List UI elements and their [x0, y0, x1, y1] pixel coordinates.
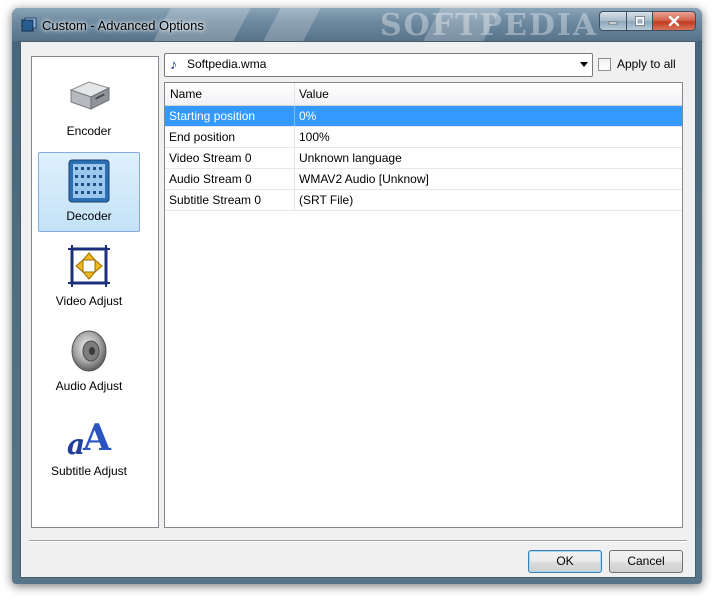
nav-item-subtitle-adjust[interactable]: a A Subtitle Adjust: [38, 407, 140, 487]
maximize-icon: [634, 16, 645, 26]
close-icon: [668, 15, 680, 27]
table-row[interactable]: Starting position 0%: [165, 106, 682, 127]
apply-to-all-label: Apply to all: [617, 57, 676, 71]
chevron-down-icon[interactable]: [580, 62, 588, 67]
footer-divider: [29, 540, 687, 542]
close-button[interactable]: [653, 11, 696, 31]
speaker-icon: [71, 330, 107, 372]
row-value[interactable]: (SRT File): [299, 193, 353, 207]
row-name: Starting position: [169, 109, 256, 123]
apply-to-all-option[interactable]: Apply to all: [598, 56, 676, 72]
nav-label-subtitle-adjust: Subtitle Adjust: [50, 464, 128, 478]
column-header-value[interactable]: Value: [299, 87, 329, 101]
options-nav: Encoder Decoder Video Adjust Audio Adjus…: [31, 56, 159, 528]
watermark-text: SOFTPEDIA: [380, 8, 599, 41]
minimize-icon: [608, 21, 618, 25]
file-select[interactable]: ♪ Softpedia.wma: [164, 53, 593, 77]
ok-button[interactable]: OK: [528, 550, 602, 573]
properties-grid: Name Value Starting position 0% End posi…: [164, 82, 683, 528]
dialog-body: Encoder Decoder Video Adjust Audio Adjus…: [20, 41, 696, 578]
maximize-button[interactable]: [627, 11, 653, 31]
nav-label-audio-adjust: Audio Adjust: [55, 379, 123, 393]
resize-arrows-icon: [68, 245, 110, 287]
music-note-icon: ♪: [170, 56, 177, 72]
row-name: End position: [169, 130, 236, 144]
nav-item-video-adjust[interactable]: Video Adjust: [38, 237, 140, 317]
nav-label-video-adjust: Video Adjust: [55, 294, 123, 308]
table-row[interactable]: Subtitle Stream 0 (SRT File): [165, 190, 682, 211]
app-icon: [21, 17, 37, 32]
window-title: Custom - Advanced Options: [42, 18, 204, 33]
table-row[interactable]: Video Stream 0 Unknown language: [165, 148, 682, 169]
row-name: Subtitle Stream 0: [169, 193, 262, 207]
row-value[interactable]: 100%: [299, 130, 330, 144]
minimize-button[interactable]: [599, 11, 627, 31]
drive-icon: [69, 81, 111, 110]
dialog-window: Custom - Advanced Options SOFTPEDIA Enco…: [12, 8, 702, 584]
caption-buttons: [599, 11, 696, 31]
row-value[interactable]: Unknown language: [299, 151, 402, 165]
svg-text:A: A: [82, 417, 112, 459]
nav-label-encoder: Encoder: [66, 124, 112, 138]
table-row[interactable]: End position 100%: [165, 127, 682, 148]
nav-item-audio-adjust[interactable]: Audio Adjust: [38, 322, 140, 402]
row-name: Audio Stream 0: [169, 172, 252, 186]
row-value[interactable]: 0%: [299, 109, 316, 123]
film-strip-icon: [68, 159, 110, 203]
nav-label-decoder: Decoder: [66, 209, 112, 223]
nav-item-encoder[interactable]: Encoder: [38, 67, 140, 147]
text-a-icon: a A: [67, 417, 112, 460]
row-name: Video Stream 0: [169, 151, 252, 165]
row-value[interactable]: WMAV2 Audio [Unknow]: [299, 172, 429, 186]
apply-to-all-checkbox[interactable]: [598, 57, 611, 71]
cancel-button[interactable]: Cancel: [609, 550, 683, 573]
title-bar[interactable]: Custom - Advanced Options SOFTPEDIA: [12, 8, 702, 41]
table-row[interactable]: Audio Stream 0 WMAV2 Audio [Unknow]: [165, 169, 682, 190]
file-select-value: Softpedia.wma: [187, 57, 267, 71]
grid-header: Name Value: [165, 83, 682, 106]
column-header-name[interactable]: Name: [170, 87, 202, 101]
nav-item-decoder[interactable]: Decoder: [38, 152, 140, 232]
